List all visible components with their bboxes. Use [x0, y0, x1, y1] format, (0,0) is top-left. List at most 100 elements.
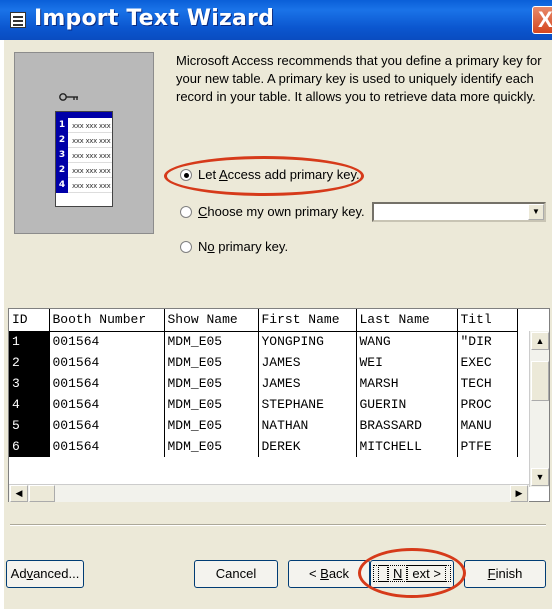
horizontal-scrollbar[interactable]: ◀ ▶ [9, 484, 529, 502]
chevron-down-icon[interactable]: ▼ [528, 204, 544, 220]
cancel-button[interactable]: Cancel [194, 560, 278, 588]
table-cell: 001564 [49, 415, 165, 436]
finish-button[interactable]: Finish [464, 560, 546, 588]
option-mnemonic: C [198, 204, 208, 219]
table-cell: PTFE [457, 436, 518, 457]
scroll-down-arrow-icon[interactable]: ▼ [531, 468, 549, 486]
table-cell: MDM_E05 [164, 415, 259, 436]
table-row: 5 001564 MDM_E05 NATHAN BRASSARD MANU [9, 415, 518, 436]
radio-button[interactable] [180, 206, 192, 218]
highlight-circle [358, 548, 466, 598]
mini-row-cells: xxx xxx xxx [72, 167, 111, 175]
key-field-select[interactable]: ▼ [372, 202, 546, 222]
vertical-scrollbar[interactable]: ▲ ▼ [529, 331, 549, 487]
title-bar: Import Text Wizard X [0, 0, 552, 40]
table-cell: PROC [457, 394, 518, 415]
table-cell: YONGPING [258, 331, 357, 352]
mini-row-cells: xxx xxx xxx [72, 122, 111, 130]
table-cell: STEPHANE [258, 394, 357, 415]
mini-row: 1 xxx xxx xxx [56, 118, 112, 133]
mini-row: 3 xxx xxx xxx [56, 148, 112, 163]
table-cell: JAMES [258, 373, 357, 394]
option-choose-own-key[interactable]: Choose my own primary key. [180, 203, 365, 221]
mini-row: 2 xxx xxx xxx [56, 133, 112, 148]
mini-row-number: 2 [56, 163, 68, 178]
scroll-left-arrow-icon[interactable]: ◀ [10, 485, 28, 502]
vertical-scroll-thumb[interactable] [531, 361, 549, 401]
option-no-primary-key[interactable]: No primary key. [180, 238, 288, 256]
mini-row-cells: xxx xxx xxx [72, 137, 111, 145]
button-label-part: inish [495, 566, 523, 581]
table-cell: MANU [457, 415, 518, 436]
table-row: 3 001564 MDM_E05 JAMES MARSH TECH [9, 373, 518, 394]
button-label-part: ack [328, 566, 350, 581]
table-cell: MITCHELL [356, 436, 458, 457]
column-header: Titl [457, 309, 518, 332]
wizard-app-icon [10, 12, 26, 28]
table-header-row: ID Booth Number Show Name First Name Las… [9, 309, 518, 332]
table-cell: JAMES [258, 352, 357, 373]
table-cell: BRASSARD [356, 415, 458, 436]
table-row: 4 001564 MDM_E05 STEPHANE GUERIN PROC [9, 394, 518, 415]
mini-row-cells: xxx xxx xxx [72, 152, 111, 160]
table-row: 1 001564 MDM_E05 YONGPING WANG "DIR [9, 331, 518, 352]
table-cell: "DIR [457, 331, 518, 352]
option-label-part: hoose my own primary key. [207, 204, 365, 219]
table-cell: GUERIN [356, 394, 458, 415]
table-cell: 001564 [49, 394, 165, 415]
button-label-part: Ad [10, 566, 27, 581]
radio-button[interactable] [180, 241, 192, 253]
table-cell: 6 [9, 436, 50, 457]
table-cell: 001564 [49, 436, 165, 457]
wizard-description: Microsoft Access recommends that you def… [176, 53, 542, 104]
table-cell: MDM_E05 [164, 331, 259, 352]
column-header: First Name [258, 309, 357, 332]
option-label-part: primary key. [214, 239, 289, 254]
highlight-circle [164, 156, 364, 196]
button-mnemonic: B [320, 566, 329, 581]
button-label: Cancel [215, 566, 257, 581]
mini-row-number: 1 [56, 118, 68, 133]
button-label-part: < [308, 566, 321, 581]
table-cell: 001564 [49, 331, 165, 352]
option-label-part: N [198, 239, 208, 254]
close-button[interactable]: X [532, 6, 552, 34]
table-cell: 001564 [49, 373, 165, 394]
column-header: Last Name [356, 309, 458, 332]
mini-row-number: 3 [56, 148, 68, 163]
data-table: ID Booth Number Show Name First Name Las… [9, 309, 518, 457]
table-cell: MDM_E05 [164, 352, 259, 373]
data-preview-grid[interactable]: ID Booth Number Show Name First Name Las… [8, 308, 550, 502]
horizontal-scroll-thumb[interactable] [29, 485, 55, 502]
table-cell: WEI [356, 352, 458, 373]
mini-row: 2 xxx xxx xxx [56, 163, 112, 178]
table-cell: 3 [9, 373, 50, 394]
table-cell: MARSH [356, 373, 458, 394]
table-cell: MDM_E05 [164, 373, 259, 394]
option-mnemonic: o [207, 239, 215, 254]
table-cell: MDM_E05 [164, 436, 259, 457]
advanced-button[interactable]: Advanced... [6, 560, 84, 588]
primary-key-illustration: 1 xxx xxx xxx 2 xxx xxx xxx 3 xxx xxx xxx 2… [14, 52, 154, 234]
table-cell: NATHAN [258, 415, 357, 436]
column-header: Show Name [164, 309, 259, 332]
scroll-right-arrow-icon[interactable]: ▶ [510, 485, 528, 502]
table-cell: 1 [9, 331, 50, 352]
table-cell: 4 [9, 394, 50, 415]
table-cell: EXEC [457, 352, 518, 373]
button-divider [10, 524, 546, 526]
scroll-up-arrow-icon[interactable]: ▲ [531, 332, 549, 350]
window-title: Import Text Wizard [34, 6, 275, 31]
column-header: Booth Number [49, 309, 165, 332]
wizard-panel: 1 xxx xxx xxx 2 xxx xxx xxx 3 xxx xxx xxx 2… [4, 40, 552, 609]
column-header: ID [9, 309, 50, 332]
table-cell: 2 [9, 352, 50, 373]
mini-row-number: 2 [56, 133, 68, 148]
button-label-part: anced... [33, 566, 80, 581]
button-mnemonic: F [487, 566, 496, 581]
mini-row: 4 xxx xxx xxx [56, 178, 112, 193]
mini-table-icon: 1 xxx xxx xxx 2 xxx xxx xxx 3 xxx xxx xxx 2… [55, 111, 113, 207]
table-cell: MDM_E05 [164, 394, 259, 415]
table-cell: TECH [457, 373, 518, 394]
table-row: 2 001564 MDM_E05 JAMES WEI EXEC [9, 352, 518, 373]
